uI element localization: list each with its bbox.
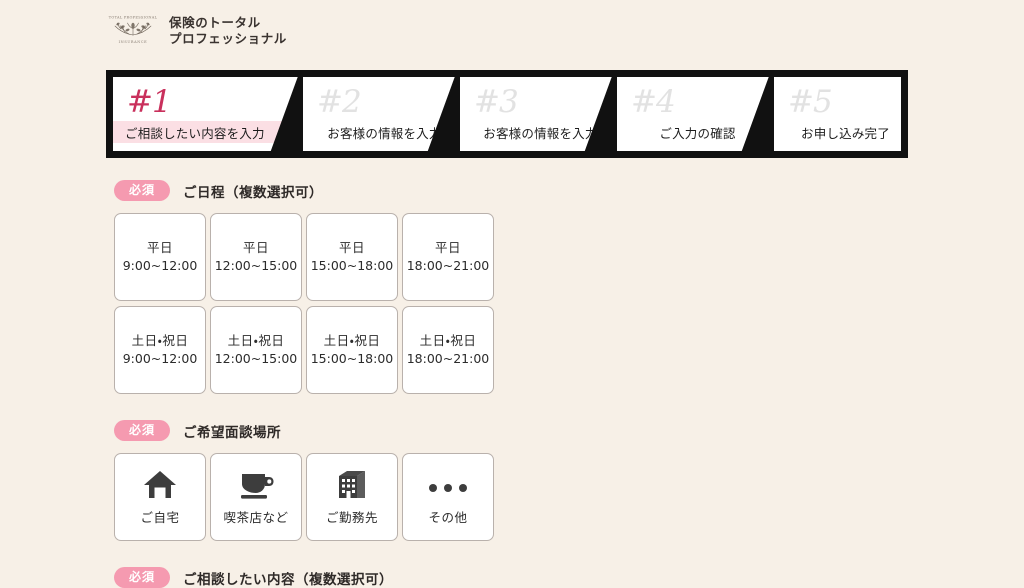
step-number-3: #3 [474, 84, 519, 120]
location-options-row: ご自宅 喫茶店など ご勤務先 その他 [114, 453, 1024, 541]
location-option-workplace[interactable]: ご勤務先 [306, 453, 398, 541]
schedule-option-day: 土日・祝日 [131, 332, 189, 348]
schedule-option-time: 9:00~12:00 [122, 351, 198, 366]
laurel-emblem-icon: TOTAL PROFESSIONAL INSURANCE [106, 12, 160, 50]
step-number-4: #4 [631, 84, 676, 120]
schedule-option-time: 18:00~21:00 [406, 258, 490, 273]
schedule-option-time: 15:00~18:00 [310, 351, 394, 366]
schedule-option-weekday-1800[interactable]: 平日 18:00~21:00 [402, 213, 494, 301]
schedule-option-weekend-0900[interactable]: 土日・祝日 9:00~12:00 [114, 306, 206, 394]
ellipsis-dot [459, 484, 467, 493]
svg-text:TOTAL PROFESSIONAL: TOTAL PROFESSIONAL [109, 16, 158, 20]
step-number-1: #1 [127, 84, 172, 120]
section-schedule-header: 必須 ご日程（複数選択可） [114, 180, 1024, 201]
section-location-header: 必須 ご希望面談場所 [114, 420, 1024, 441]
section-schedule: 必須 ご日程（複数選択可） 平日 9:00~12:00 平日 12:00~15:… [114, 180, 1024, 394]
brand-name-line1: 保険のトータル [169, 15, 261, 30]
location-option-home[interactable]: ご自宅 [114, 453, 206, 541]
brand-logo[interactable]: TOTAL PROFESSIONAL INSURANCE 保険のトータル プロフ… [106, 12, 287, 50]
schedule-options-row-weekday: 平日 9:00~12:00 平日 12:00~15:00 平日 15:00~18… [114, 213, 1024, 301]
schedule-option-day: 土日・祝日 [419, 332, 477, 348]
form-content: 必須 ご日程（複数選択可） 平日 9:00~12:00 平日 12:00~15:… [0, 180, 1024, 588]
schedule-option-time: 9:00~12:00 [122, 258, 198, 273]
location-option-label: ご自宅 [140, 510, 180, 526]
step-label-1: ご相談したい内容を入力 [125, 125, 265, 141]
location-option-label: ご勤務先 [325, 510, 378, 526]
schedule-option-day: 平日 [146, 239, 173, 255]
step-number-2: #2 [317, 84, 362, 120]
step-label-5: お申し込み完了 [801, 125, 890, 141]
step-item-5[interactable]: #5 お申し込み完了 [774, 77, 901, 151]
brand-name: 保険のトータル プロフェッショナル [169, 15, 287, 48]
schedule-option-day: 平日 [242, 239, 269, 255]
schedule-option-time: 12:00~15:00 [214, 258, 298, 273]
step-item-2[interactable]: #2 お客様の情報を入力1 [303, 77, 460, 151]
location-option-label: その他 [428, 510, 468, 526]
schedule-option-weekend-1500[interactable]: 土日・祝日 15:00~18:00 [306, 306, 398, 394]
required-badge-topic: 必須 [114, 567, 171, 588]
step-item-3[interactable]: #3 お客様の情報を入力2 [460, 77, 617, 151]
location-option-cafe[interactable]: 喫茶店など [210, 453, 302, 541]
step-item-1[interactable]: #1 ご相談したい内容を入力 [113, 77, 303, 151]
svg-text:INSURANCE: INSURANCE [119, 40, 148, 44]
schedule-option-time: 15:00~18:00 [310, 258, 394, 273]
required-badge-location: 必須 [114, 420, 171, 441]
schedule-option-weekday-1200[interactable]: 平日 12:00~15:00 [210, 213, 302, 301]
house-icon [143, 466, 177, 500]
section-topic-header: 必須 ご相談したい内容（複数選択可） [114, 567, 1024, 588]
location-option-label: 喫茶店など [223, 510, 289, 526]
schedule-option-time: 12:00~15:00 [214, 351, 298, 366]
section-topic-title: ご相談したい内容（複数選択可） [183, 571, 394, 587]
brand-name-line2: プロフェッショナル [169, 32, 287, 46]
location-option-other[interactable]: その他 [402, 453, 494, 541]
required-badge-schedule: 必須 [114, 180, 171, 201]
progress-step-bar: #1 ご相談したい内容を入力 #2 お客様の情報を入力1 #3 お客様の情報を入… [106, 70, 908, 158]
schedule-option-day: 土日・祝日 [227, 332, 285, 348]
site-header: TOTAL PROFESSIONAL INSURANCE 保険のトータル プロフ… [0, 0, 1024, 62]
schedule-option-weekend-1200[interactable]: 土日・祝日 12:00~15:00 [210, 306, 302, 394]
step-item-4[interactable]: #4 ご入力の確認 [617, 77, 774, 151]
schedule-option-weekend-1800[interactable]: 土日・祝日 18:00~21:00 [402, 306, 494, 394]
ellipsis-icon [429, 466, 467, 500]
coffee-cup-icon [237, 466, 275, 500]
section-topic: 必須 ご相談したい内容（複数選択可） [114, 567, 1024, 588]
schedule-option-day: 土日・祝日 [323, 332, 381, 348]
schedule-options-row-weekend: 土日・祝日 9:00~12:00 土日・祝日 12:00~15:00 土日・祝日… [114, 306, 1024, 394]
schedule-option-weekday-0900[interactable]: 平日 9:00~12:00 [114, 213, 206, 301]
ellipsis-dot [429, 484, 437, 493]
section-location-title: ご希望面談場所 [183, 424, 282, 440]
section-location: 必須 ご希望面談場所 ご自宅 喫茶店など ご勤務先 その他 [114, 420, 1024, 541]
office-building-icon [336, 466, 368, 500]
step-label-zone-5: お申し込み完了 [774, 121, 901, 143]
schedule-option-weekday-1500[interactable]: 平日 15:00~18:00 [306, 213, 398, 301]
ellipsis-dot [444, 484, 452, 493]
section-schedule-title: ご日程（複数選択可） [183, 184, 324, 200]
schedule-option-day: 平日 [338, 239, 365, 255]
step-number-5: #5 [788, 84, 833, 120]
schedule-option-time: 18:00~21:00 [406, 351, 490, 366]
schedule-option-day: 平日 [434, 239, 461, 255]
